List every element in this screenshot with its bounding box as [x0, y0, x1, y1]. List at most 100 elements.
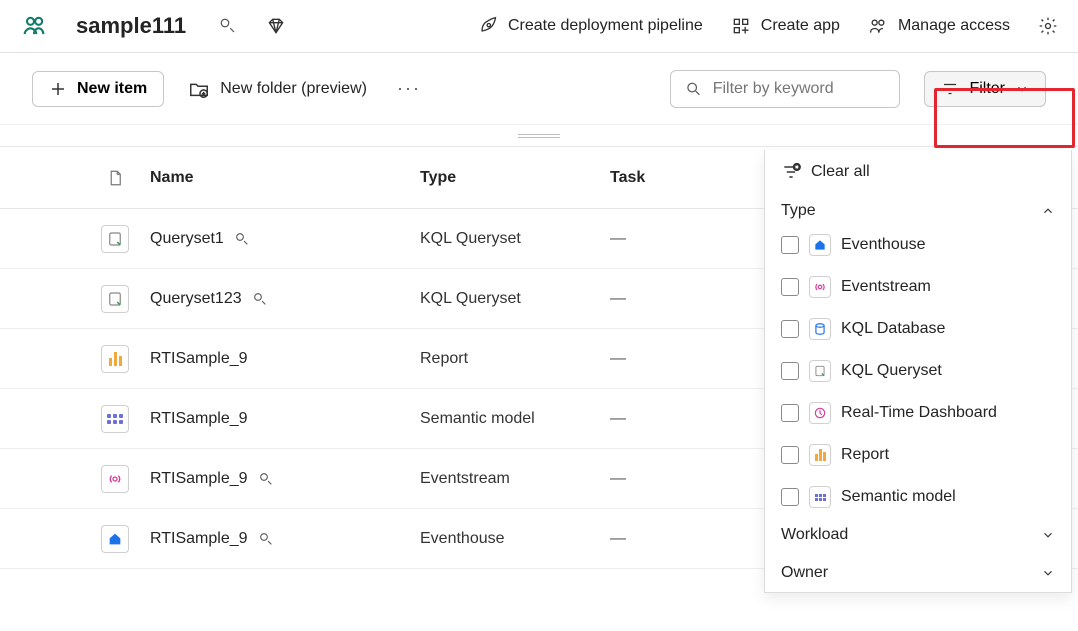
- item-badge-icon: [250, 289, 270, 309]
- filter-option-checkbox[interactable]: [781, 362, 799, 380]
- clear-filter-icon: [781, 162, 801, 182]
- artifact-type-label: Report: [420, 350, 610, 368]
- filter-option-checkbox[interactable]: [781, 236, 799, 254]
- filter-option-icon: [809, 234, 831, 256]
- artifact-type-icon: [80, 285, 150, 313]
- artifact-type-icon: [80, 465, 150, 493]
- filter-option[interactable]: Semantic model: [781, 486, 1055, 508]
- item-badge-icon: [256, 469, 276, 489]
- artifact-type-label: Semantic model: [420, 410, 610, 428]
- filter-option-checkbox[interactable]: [781, 446, 799, 464]
- column-task[interactable]: Task: [610, 169, 760, 187]
- column-name[interactable]: Name: [150, 169, 420, 187]
- filter-option-checkbox[interactable]: [781, 404, 799, 422]
- filter-section-owner-header[interactable]: Owner: [765, 554, 1071, 592]
- filter-button[interactable]: Filter: [924, 71, 1046, 107]
- workspace-toolbar: New item New folder (preview) ··· Filter: [0, 53, 1078, 125]
- filter-section-type-header[interactable]: Type: [765, 192, 1071, 230]
- artifact-task: —: [610, 230, 760, 248]
- filter-option-label: KQL Queryset: [841, 362, 942, 380]
- search-input[interactable]: [713, 80, 886, 98]
- filter-option[interactable]: Report: [781, 444, 1055, 466]
- search-icon: [685, 79, 702, 99]
- settings-gear-icon[interactable]: [1038, 16, 1058, 36]
- create-app-button[interactable]: Create app: [731, 16, 840, 36]
- artifact-name[interactable]: Queryset1: [150, 230, 224, 248]
- premium-diamond-icon[interactable]: [266, 16, 286, 36]
- artifact-name[interactable]: Queryset123: [150, 290, 242, 308]
- column-type[interactable]: Type: [420, 169, 610, 187]
- new-folder-label: New folder (preview): [220, 80, 367, 98]
- item-badge-icon: [256, 529, 276, 549]
- filter-option-icon: [809, 444, 831, 466]
- artifact-type-label: KQL Queryset: [420, 290, 610, 308]
- filter-option-checkbox[interactable]: [781, 278, 799, 296]
- clear-all-filters-button[interactable]: Clear all: [765, 150, 1071, 192]
- workspace-icon: [20, 12, 48, 40]
- filter-icon: [941, 80, 959, 98]
- new-item-button[interactable]: New item: [32, 71, 164, 107]
- filter-option[interactable]: KQL Database: [781, 318, 1055, 340]
- new-folder-button[interactable]: New folder (preview): [188, 78, 367, 100]
- filter-option-label: KQL Database: [841, 320, 945, 338]
- filter-option-checkbox[interactable]: [781, 488, 799, 506]
- artifact-type-icon: [80, 225, 150, 253]
- artifact-name[interactable]: RTISample_9: [150, 530, 248, 548]
- filter-dropdown-panel: Clear all Type Eventhouse Eventstream KQ…: [764, 150, 1072, 593]
- more-menu-button[interactable]: ···: [391, 78, 427, 99]
- filter-option[interactable]: Real-Time Dashboard: [781, 402, 1055, 424]
- filter-option-label: Semantic model: [841, 488, 956, 506]
- filter-option-label: Eventstream: [841, 278, 931, 296]
- app-header: sample111 Create deployment pipeline Cre…: [0, 0, 1078, 53]
- create-pipeline-label: Create deployment pipeline: [508, 17, 703, 35]
- artifact-task: —: [610, 350, 760, 368]
- filter-section-type-title: Type: [781, 202, 816, 220]
- artifact-type-label: Eventhouse: [420, 530, 610, 548]
- artifact-type-icon: [80, 405, 150, 433]
- filter-option[interactable]: Eventhouse: [781, 234, 1055, 256]
- artifact-task: —: [610, 290, 760, 308]
- filter-option-checkbox[interactable]: [781, 320, 799, 338]
- filter-label: Filter: [969, 80, 1005, 98]
- artifact-name[interactable]: RTISample_9: [150, 470, 248, 488]
- filter-option-icon: [809, 486, 831, 508]
- filter-section-workload-title: Workload: [781, 526, 848, 544]
- resize-handle[interactable]: [0, 125, 1078, 147]
- artifact-task: —: [610, 410, 760, 428]
- filter-option-label: Report: [841, 446, 889, 464]
- artifact-task: —: [610, 530, 760, 548]
- chevron-up-icon: [1041, 204, 1055, 218]
- filter-section-workload-header[interactable]: Workload: [765, 516, 1071, 554]
- create-app-label: Create app: [761, 17, 840, 35]
- artifact-task: —: [610, 470, 760, 488]
- filter-section-owner-title: Owner: [781, 564, 828, 582]
- manage-access-button[interactable]: Manage access: [868, 16, 1010, 36]
- filter-option-icon: [809, 360, 831, 382]
- header-type-icon: [80, 169, 150, 187]
- filter-option-icon: [809, 318, 831, 340]
- artifact-name[interactable]: RTISample_9: [150, 350, 248, 368]
- chevron-down-icon: [1015, 82, 1029, 96]
- manage-access-label: Manage access: [898, 17, 1010, 35]
- artifact-type-icon: [80, 525, 150, 553]
- filter-option-label: Real-Time Dashboard: [841, 404, 997, 422]
- artifact-type-label: KQL Queryset: [420, 230, 610, 248]
- filter-option[interactable]: KQL Queryset: [781, 360, 1055, 382]
- filter-option-icon: [809, 276, 831, 298]
- create-deployment-pipeline-button[interactable]: Create deployment pipeline: [478, 16, 703, 36]
- chevron-down-icon: [1041, 566, 1055, 580]
- filter-option-icon: [809, 402, 831, 424]
- new-item-label: New item: [77, 80, 147, 98]
- filter-option[interactable]: Eventstream: [781, 276, 1055, 298]
- search-box[interactable]: [670, 70, 900, 108]
- clear-all-label: Clear all: [811, 163, 870, 181]
- workspace-badge-icon[interactable]: [218, 16, 238, 36]
- artifact-type-label: Eventstream: [420, 470, 610, 488]
- chevron-down-icon: [1041, 528, 1055, 542]
- filter-type-options: Eventhouse Eventstream KQL Database KQL …: [765, 230, 1071, 516]
- filter-option-label: Eventhouse: [841, 236, 926, 254]
- artifact-name[interactable]: RTISample_9: [150, 410, 248, 428]
- artifact-type-icon: [80, 345, 150, 373]
- item-badge-icon: [232, 229, 252, 249]
- workspace-name: sample111: [76, 13, 186, 39]
